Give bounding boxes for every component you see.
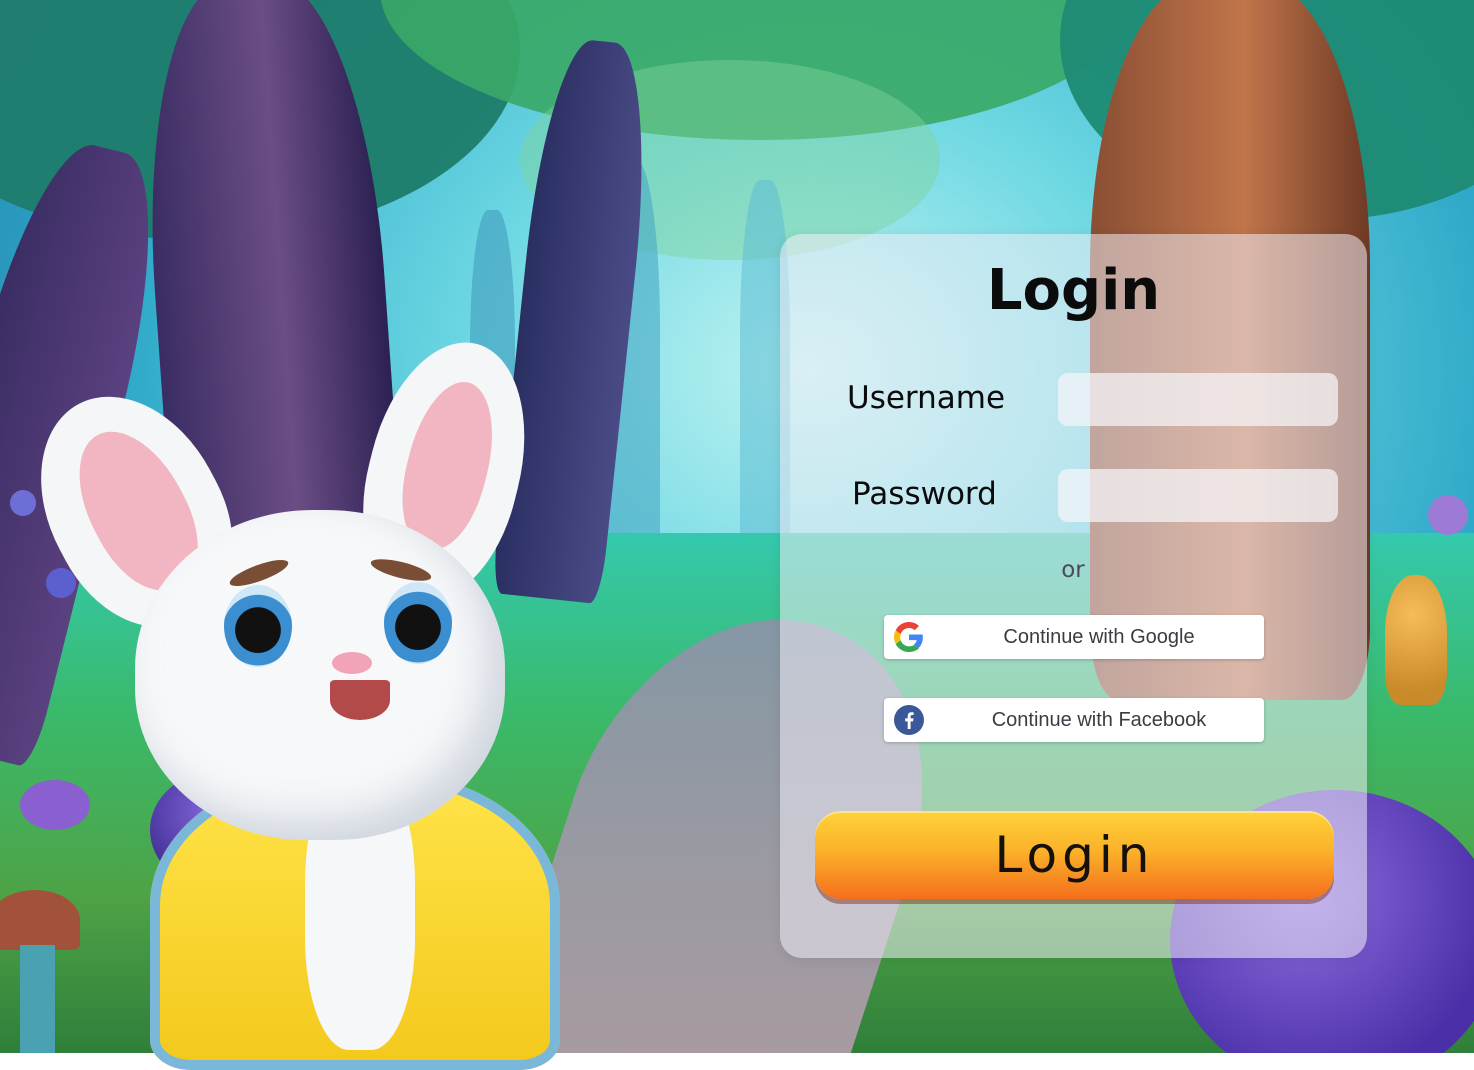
bunny-mascot-image <box>3 325 600 1070</box>
login-title: Login <box>986 258 1161 323</box>
or-divider-text: or <box>1061 557 1085 583</box>
login-submit-button[interactable]: Login <box>815 811 1334 899</box>
password-input[interactable] <box>1058 469 1338 522</box>
facebook-icon <box>894 705 924 735</box>
continue-with-facebook-button[interactable]: Continue with Facebook <box>884 698 1264 742</box>
google-icon <box>894 622 924 652</box>
username-label: Username <box>847 380 1006 416</box>
facebook-button-label: Continue with Facebook <box>991 709 1207 731</box>
username-input[interactable] <box>1058 373 1338 426</box>
password-label: Password <box>852 476 997 512</box>
continue-with-google-button[interactable]: Continue with Google <box>884 615 1264 659</box>
google-button-label: Continue with Google <box>1003 626 1195 648</box>
login-submit-label: Login <box>994 826 1155 884</box>
